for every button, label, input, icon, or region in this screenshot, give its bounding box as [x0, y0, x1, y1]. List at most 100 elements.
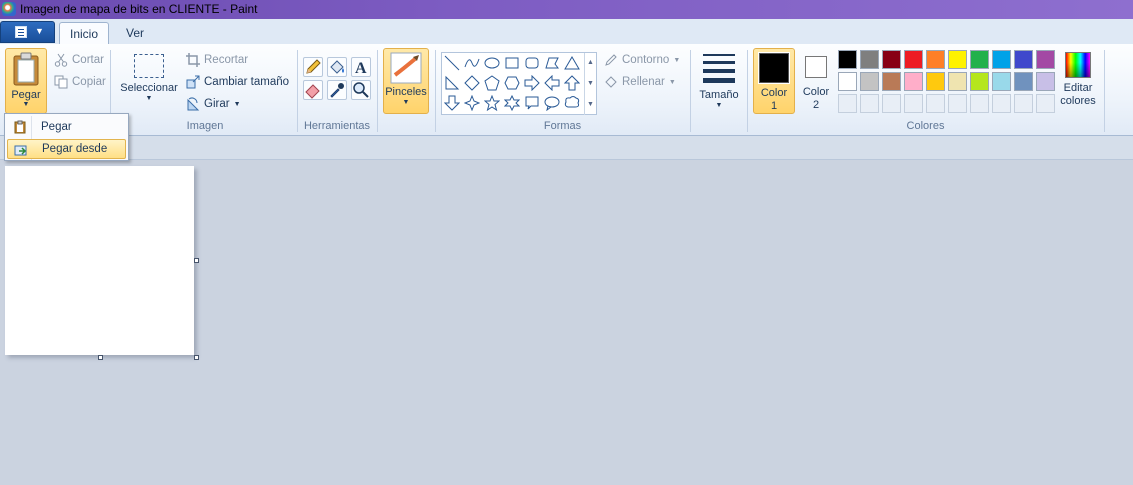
hexagon-shape-icon[interactable]: [502, 73, 522, 93]
crop-label: Recortar: [204, 54, 249, 66]
selection-rectangle-icon: [134, 54, 164, 78]
palette-color-swatch[interactable]: [1014, 72, 1033, 91]
resize-handle-right[interactable]: [194, 258, 199, 263]
palette-color-swatch[interactable]: [1036, 50, 1055, 69]
palette-color-swatch[interactable]: [1036, 72, 1055, 91]
color1-button[interactable]: Color 1: [753, 48, 795, 114]
oval-callout-shape-icon[interactable]: [542, 93, 562, 113]
curve-shape-icon[interactable]: [462, 53, 482, 73]
paste-from-file-icon: [14, 145, 27, 156]
palette-color-swatch[interactable]: [992, 50, 1011, 69]
drawing-canvas[interactable]: [5, 166, 194, 355]
triangle-shape-icon[interactable]: [562, 53, 582, 73]
palette-color-swatch[interactable]: [882, 50, 901, 69]
eraser-tool[interactable]: [303, 80, 323, 100]
rotate-icon: [187, 97, 200, 111]
palette-color-swatch[interactable]: [948, 50, 967, 69]
palette-color-swatch[interactable]: [838, 50, 857, 69]
rotate-button[interactable]: Girar ▼: [186, 95, 241, 113]
magnifier-tool[interactable]: [351, 80, 371, 100]
cloud-callout-shape-icon[interactable]: [562, 93, 582, 113]
palette-color-swatch[interactable]: [926, 50, 945, 69]
copy-button[interactable]: Copiar: [54, 73, 106, 91]
four-point-star-shape-icon[interactable]: [462, 93, 482, 113]
tools-group-label: Herramientas: [303, 120, 371, 132]
shapes-scroll-up-button[interactable]: ▲: [584, 53, 596, 74]
pentagon-shape-icon[interactable]: [482, 73, 502, 93]
diamond-shape-icon[interactable]: [462, 73, 482, 93]
menu-item-paste[interactable]: Pegar: [7, 117, 126, 137]
pencil-tool[interactable]: [303, 57, 323, 77]
palette-color-swatch[interactable]: [948, 72, 967, 91]
custom-color-slot[interactable]: [882, 94, 901, 113]
paint-app-icon[interactable]: [2, 2, 16, 16]
edit-colors-button[interactable]: Editar colores: [1057, 48, 1099, 114]
shapes-scroll-down-button[interactable]: ▼: [584, 74, 596, 95]
color1-swatch: [758, 52, 790, 84]
palette-color-swatch[interactable]: [838, 72, 857, 91]
right-triangle-shape-icon[interactable]: [442, 73, 462, 93]
palette-color-swatch[interactable]: [882, 72, 901, 91]
copy-icon: [54, 75, 68, 89]
oval-shape-icon[interactable]: [482, 53, 502, 73]
fill-shape-button[interactable]: Rellenar ▼: [604, 73, 676, 91]
tab-inicio[interactable]: Inicio: [59, 22, 110, 46]
custom-color-slot[interactable]: [926, 94, 945, 113]
color2-button[interactable]: Color 2: [797, 48, 835, 114]
shapes-expand-button[interactable]: ▼: [584, 95, 596, 115]
down-arrow-shape-icon[interactable]: [442, 93, 462, 113]
resize-button[interactable]: Cambiar tamaño: [186, 73, 289, 91]
rounded-callout-shape-icon[interactable]: [522, 93, 542, 113]
ribbon-tab-row: ▼ Inicio Ver: [0, 19, 1133, 46]
palette-color-swatch[interactable]: [992, 72, 1011, 91]
rectangle-shape-icon[interactable]: [502, 53, 522, 73]
palette-color-swatch[interactable]: [1014, 50, 1033, 69]
brushes-label: Pinceles: [385, 86, 427, 98]
text-tool[interactable]: A: [351, 57, 371, 77]
cut-button[interactable]: Cortar: [54, 51, 104, 69]
resize-handle-bottom[interactable]: [98, 355, 103, 360]
tab-ver[interactable]: Ver: [116, 22, 154, 45]
up-arrow-shape-icon[interactable]: [562, 73, 582, 93]
right-arrow-shape-icon[interactable]: [522, 73, 542, 93]
custom-color-slot[interactable]: [838, 94, 857, 113]
select-button[interactable]: Seleccionar ▼: [118, 48, 180, 114]
palette-color-swatch[interactable]: [904, 72, 923, 91]
five-point-star-shape-icon[interactable]: [482, 93, 502, 113]
size-button[interactable]: Tamaño ▼: [696, 48, 742, 114]
custom-color-slot[interactable]: [1036, 94, 1055, 113]
six-point-star-shape-icon[interactable]: [502, 93, 522, 113]
clipboard-icon: [14, 120, 26, 134]
custom-color-slot[interactable]: [860, 94, 879, 113]
paste-dropdown-menu: Pegar Pegar desde: [4, 113, 129, 161]
color-picker-tool[interactable]: [327, 80, 347, 100]
crop-icon: [186, 53, 200, 67]
custom-color-slot[interactable]: [904, 94, 923, 113]
line-shape-icon[interactable]: [442, 53, 462, 73]
custom-color-slot[interactable]: [992, 94, 1011, 113]
palette-color-swatch[interactable]: [904, 50, 923, 69]
paste-button[interactable]: Pegar ▼: [5, 48, 47, 114]
palette-color-swatch[interactable]: [860, 72, 879, 91]
left-arrow-shape-icon[interactable]: [542, 73, 562, 93]
outline-pencil-icon: [605, 54, 617, 66]
palette-color-swatch[interactable]: [926, 72, 945, 91]
ribbon-footer: [0, 136, 1133, 160]
menu-item-paste-from[interactable]: Pegar desde: [7, 139, 126, 159]
window-title: Imagen de mapa de bits en CLIENTE - Pain…: [20, 2, 258, 16]
brushes-button[interactable]: Pinceles ▼: [383, 48, 429, 114]
custom-color-slot[interactable]: [970, 94, 989, 113]
polygon-shape-icon[interactable]: [542, 53, 562, 73]
outline-button[interactable]: Contorno ▼: [604, 51, 680, 69]
palette-color-swatch[interactable]: [860, 50, 879, 69]
resize-handle-corner[interactable]: [194, 355, 199, 360]
custom-color-slot[interactable]: [948, 94, 967, 113]
custom-color-slot[interactable]: [1014, 94, 1033, 113]
crop-button[interactable]: Recortar: [186, 51, 248, 69]
paint-menu-button[interactable]: ▼: [0, 21, 55, 43]
palette-color-swatch[interactable]: [970, 72, 989, 91]
rounded-rectangle-shape-icon[interactable]: [522, 53, 542, 73]
fill-tool[interactable]: [327, 57, 347, 77]
palette-color-swatch[interactable]: [970, 50, 989, 69]
color2-number: 2: [812, 99, 820, 111]
